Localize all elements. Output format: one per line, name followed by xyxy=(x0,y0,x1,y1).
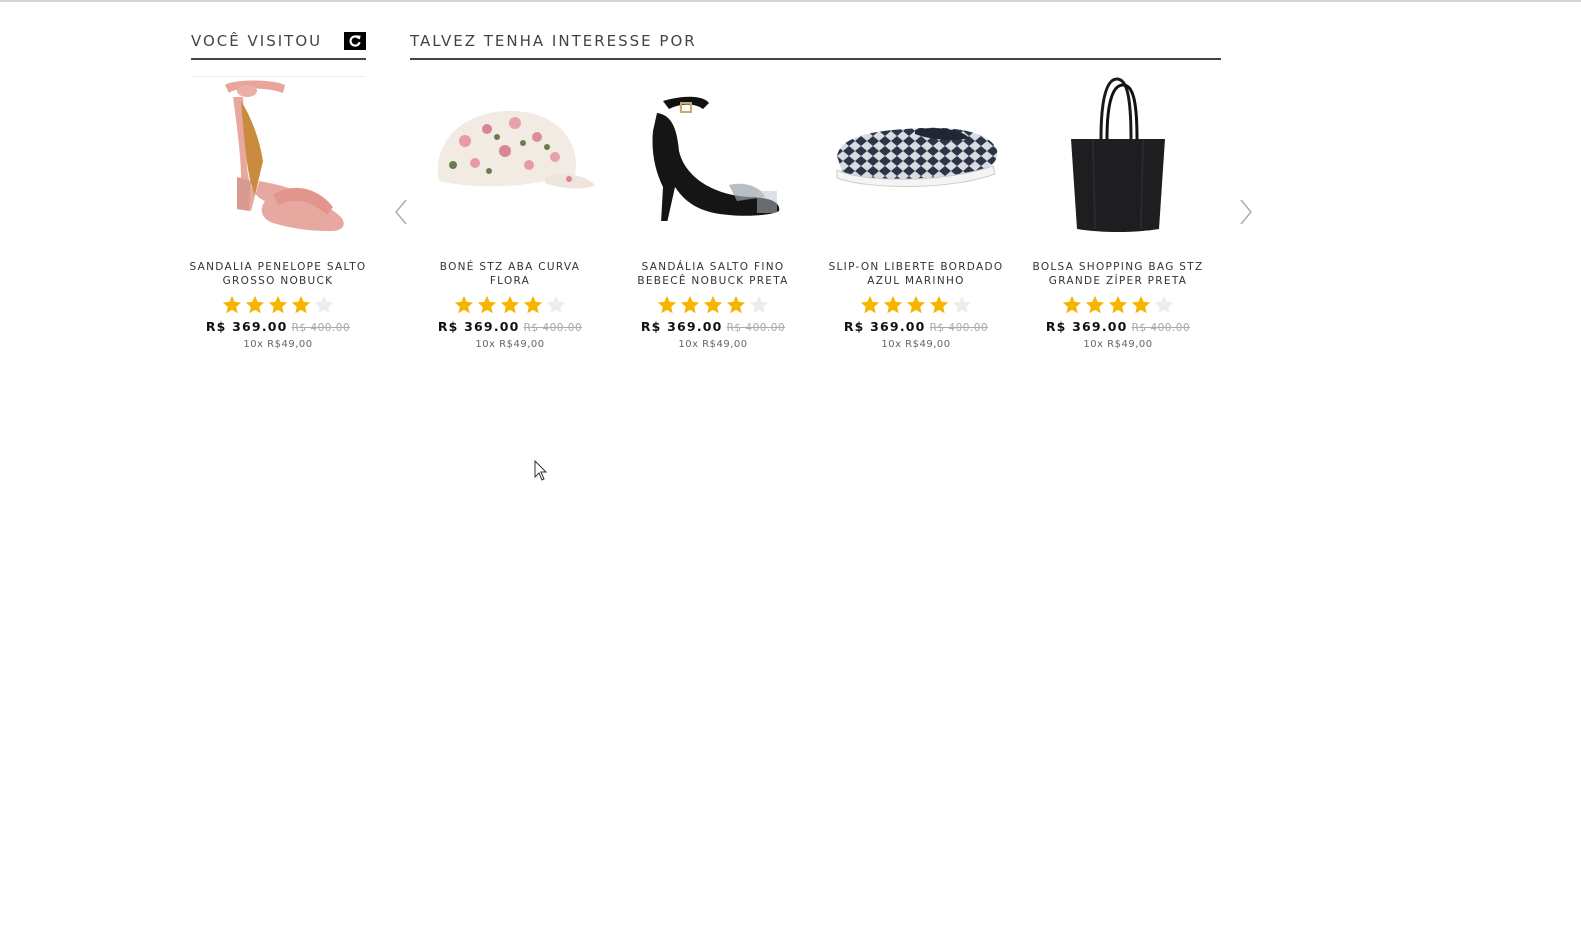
star-filled-icon xyxy=(860,295,880,314)
product-card: BONÉ STZ ABA CURVA FLORA R$ 369.00 R$ 400… xyxy=(420,76,600,350)
price-current: R$ 369.00 xyxy=(437,319,520,334)
product-rating xyxy=(1028,294,1208,316)
visited-product-card: SANDALIA PENELOPE SALTO GROSSO NOBUCK R$… xyxy=(188,76,368,350)
product-image-bone[interactable] xyxy=(425,76,595,236)
carousel-prev-button[interactable] xyxy=(391,196,411,228)
star-filled-icon xyxy=(245,295,265,314)
star-filled-icon xyxy=(1085,295,1105,314)
price-current: R$ 369.00 xyxy=(843,319,926,334)
installments: 10x R$49,00 xyxy=(881,339,951,350)
product-name[interactable]: SANDÁLIA SALTO FINO BEBECÊ NOBUCK PRETA xyxy=(623,260,803,288)
visited-section: VOCÊ VISITOU xyxy=(191,28,366,77)
star-filled-icon xyxy=(454,295,474,314)
star-empty-icon xyxy=(546,295,566,314)
visited-header: VOCÊ VISITOU xyxy=(191,28,366,60)
star-empty-icon xyxy=(952,295,972,314)
product-image-bolsa[interactable] xyxy=(1033,76,1203,236)
price-current: R$ 369.00 xyxy=(640,319,723,334)
star-filled-icon xyxy=(883,295,903,314)
installments: 10x R$49,00 xyxy=(475,339,545,350)
star-filled-icon xyxy=(500,295,520,314)
star-filled-icon xyxy=(291,295,311,314)
product-image-slip-on[interactable] xyxy=(831,76,1001,236)
star-filled-icon xyxy=(222,295,242,314)
price-current: R$ 369.00 xyxy=(1045,319,1128,334)
star-filled-icon xyxy=(726,295,746,314)
star-filled-icon xyxy=(703,295,723,314)
price-old: R$ 400.00 xyxy=(929,322,989,334)
star-filled-icon xyxy=(906,295,926,314)
star-empty-icon xyxy=(1154,295,1174,314)
star-filled-icon xyxy=(268,295,288,314)
product-image-sandalia-salto-fino[interactable] xyxy=(628,76,798,236)
price-row: R$ 369.00 R$ 400.00 xyxy=(826,319,1006,334)
product-name[interactable]: BOLSA SHOPPING BAG STZ GRANDE ZÍPER PRET… xyxy=(1028,260,1208,288)
price-row: R$ 369.00 R$ 400.00 xyxy=(188,319,368,334)
refresh-button[interactable] xyxy=(344,32,366,50)
price-row: R$ 369.00 R$ 400.00 xyxy=(623,319,803,334)
product-rating xyxy=(826,294,1006,316)
interest-section: TALVEZ TENHA INTERESSE POR xyxy=(410,28,1221,60)
price-row: R$ 369.00 R$ 400.00 xyxy=(1028,319,1208,334)
price-current: R$ 369.00 xyxy=(205,319,288,334)
product-rating xyxy=(420,294,600,316)
product-rating xyxy=(623,294,803,316)
visited-title: VOCÊ VISITOU xyxy=(191,32,323,50)
product-image-sandalia-penelope[interactable] xyxy=(193,76,363,236)
mouse-cursor-icon xyxy=(534,460,548,481)
interest-header: TALVEZ TENHA INTERESSE POR xyxy=(410,28,1221,60)
star-filled-icon xyxy=(523,295,543,314)
product-rating xyxy=(188,294,368,316)
star-filled-icon xyxy=(1108,295,1128,314)
star-filled-icon xyxy=(680,295,700,314)
installments: 10x R$49,00 xyxy=(1083,339,1153,350)
product-card: SANDÁLIA SALTO FINO BEBECÊ NOBUCK PRETA … xyxy=(623,76,803,350)
price-old: R$ 400.00 xyxy=(1131,322,1191,334)
product-name[interactable]: SANDALIA PENELOPE SALTO GROSSO NOBUCK xyxy=(188,260,368,288)
installments: 10x R$49,00 xyxy=(678,339,748,350)
installments: 10x R$49,00 xyxy=(243,339,313,350)
price-row: R$ 369.00 R$ 400.00 xyxy=(420,319,600,334)
price-old: R$ 400.00 xyxy=(523,322,583,334)
star-filled-icon xyxy=(477,295,497,314)
star-filled-icon xyxy=(1131,295,1151,314)
top-divider xyxy=(0,0,1581,2)
price-old: R$ 400.00 xyxy=(291,322,351,334)
refresh-icon xyxy=(349,35,361,47)
star-filled-icon xyxy=(1062,295,1082,314)
chevron-left-icon xyxy=(395,199,407,225)
carousel-next-button[interactable] xyxy=(1236,196,1256,228)
star-filled-icon xyxy=(657,295,677,314)
star-empty-icon xyxy=(749,295,769,314)
product-name[interactable]: BONÉ STZ ABA CURVA FLORA xyxy=(420,260,600,288)
star-empty-icon xyxy=(314,295,334,314)
price-old: R$ 400.00 xyxy=(726,322,786,334)
product-card: BOLSA SHOPPING BAG STZ GRANDE ZÍPER PRET… xyxy=(1028,76,1208,350)
interest-title: TALVEZ TENHA INTERESSE POR xyxy=(410,32,697,50)
chevron-right-icon xyxy=(1240,199,1252,225)
star-filled-icon xyxy=(929,295,949,314)
product-card: SLIP-ON LIBERTE BORDADO AZUL MARINHO R$ … xyxy=(826,76,1006,350)
product-name[interactable]: SLIP-ON LIBERTE BORDADO AZUL MARINHO xyxy=(826,260,1006,288)
